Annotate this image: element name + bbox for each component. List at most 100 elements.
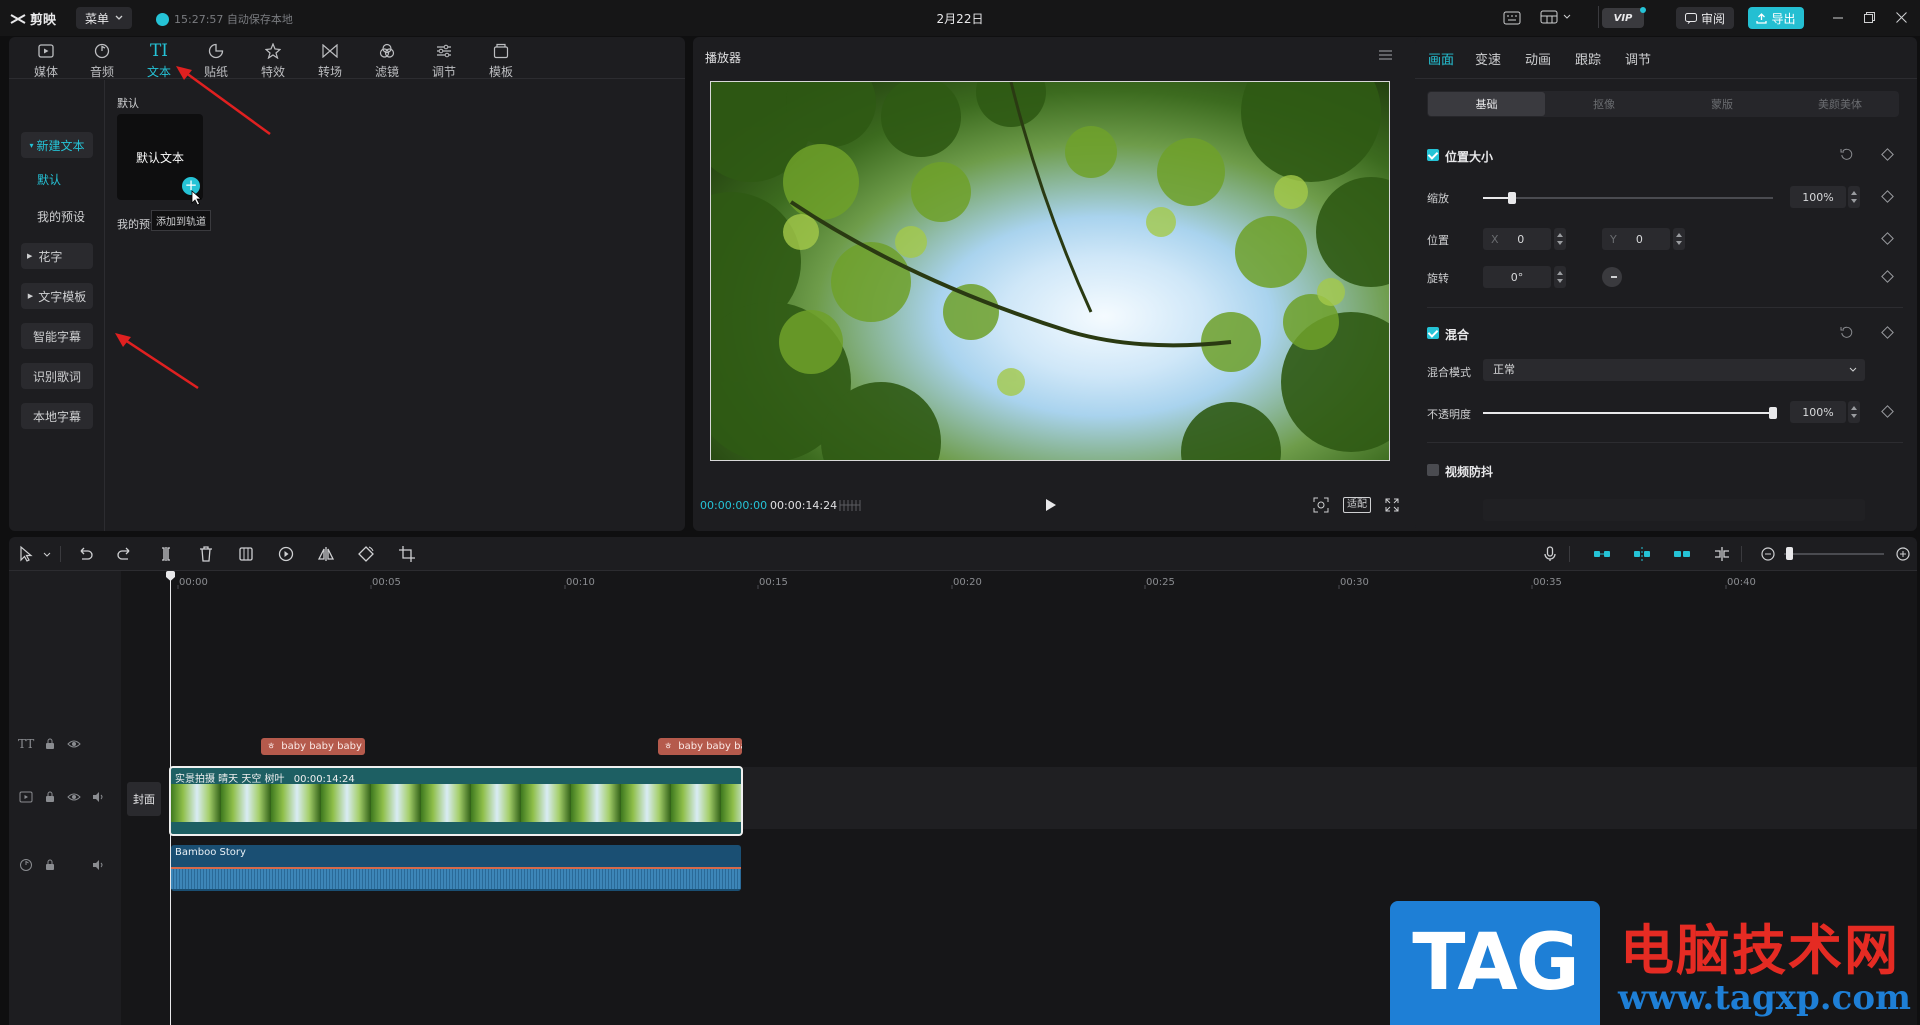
review-button[interactable]: 审阅 [1676,7,1734,29]
text-clip[interactable]: ㅎ baby baby baby b [261,738,365,755]
restore-icon[interactable] [1864,12,1875,23]
tab-adjust[interactable]: 调节 [416,41,472,81]
position-x-input[interactable]: X 0 [1483,228,1551,250]
rotate-icon[interactable] [357,545,375,563]
opacity-slider-knob[interactable] [1769,407,1777,419]
blend-mode-select[interactable]: 正常 [1483,359,1865,381]
eye-icon[interactable] [67,737,81,751]
lock-icon[interactable] [43,790,57,804]
screenshot-icon[interactable] [1313,497,1329,513]
rotate-dial[interactable] [1602,267,1622,287]
keyframe-icon[interactable] [1881,270,1894,283]
tab-template[interactable]: 模板 [473,41,529,81]
select-cursor-icon[interactable] [17,545,35,563]
mirror-icon[interactable] [317,545,335,563]
microphone-icon[interactable] [1541,545,1559,563]
minimize-icon[interactable] [1833,13,1843,23]
keyframe-icon[interactable] [1881,405,1894,418]
position-size-checkbox[interactable] [1427,149,1439,161]
audio-clip[interactable]: Bamboo Story [171,845,741,891]
freeze-icon[interactable] [237,545,255,563]
menu-icon[interactable] [1379,50,1392,60]
delete-icon[interactable] [197,545,215,563]
fullscreen-icon[interactable] [1385,498,1399,512]
subtab-cutout[interactable]: 抠像 [1545,92,1663,116]
opacity-stepper[interactable] [1848,401,1860,423]
side-my-presets[interactable]: 我的预设 [37,208,85,225]
x-stepper[interactable] [1554,228,1566,250]
stabilize-checkbox[interactable] [1427,464,1439,476]
main-track-magnet-icon[interactable] [1593,545,1611,563]
tab-transition[interactable]: 转场 [302,41,358,81]
tab-adjust-inspector[interactable]: 调节 [1625,49,1651,68]
zoom-slider-knob[interactable] [1786,547,1793,560]
tab-audio[interactable]: 音频 [74,41,130,81]
text-icon: TI [149,41,169,61]
ratio-button[interactable]: 适配 [1343,497,1371,513]
position-y-input[interactable]: Y 0 [1602,228,1670,250]
tab-speed[interactable]: 变速 [1475,49,1501,68]
zoom-in-icon[interactable] [1894,545,1912,563]
subtab-basic[interactable]: 基础 [1428,92,1545,116]
split-icon[interactable] [157,545,175,563]
lock-icon[interactable] [43,737,57,751]
side-local-subtitle[interactable]: 本地字幕 [21,403,93,429]
reverse-icon[interactable] [277,545,295,563]
tab-picture[interactable]: 画面 [1428,49,1454,68]
tab-animation[interactable]: 动画 [1525,49,1551,68]
blend-checkbox[interactable] [1427,327,1439,339]
chevron-down-icon[interactable] [43,552,51,558]
rotate-input[interactable]: 0° [1483,266,1551,288]
time-ruler[interactable]: 00:00 00:05 00:10 00:15 00:20 00:25 00:3… [121,571,1917,589]
lock-icon[interactable] [43,858,57,872]
keyframe-icon[interactable] [1881,232,1894,245]
undo-icon[interactable] [76,545,94,563]
close-icon[interactable] [1896,12,1907,23]
redo-icon[interactable] [116,545,134,563]
video-preview[interactable] [710,81,1390,461]
review-icon [1684,12,1697,24]
tab-tracking[interactable]: 跟踪 [1575,49,1601,68]
keyframe-icon[interactable] [1881,326,1894,339]
tab-media[interactable]: 媒体 [18,41,74,81]
tab-filter[interactable]: 滤镜 [359,41,415,81]
side-text-template[interactable]: ▶ 文字模板 [21,283,93,309]
scale-input[interactable]: 100% [1790,186,1846,208]
y-stepper[interactable] [1673,228,1685,250]
reset-icon[interactable] [1840,148,1853,161]
scale-stepper[interactable] [1848,186,1860,208]
play-icon[interactable] [1045,498,1057,512]
side-smart-subtitle[interactable]: 智能字幕 [21,323,93,349]
keyframe-icon[interactable] [1881,148,1894,161]
side-lyrics[interactable]: 识别歌词 [21,363,93,389]
preview-axis-icon[interactable] [1713,545,1731,563]
export-button[interactable]: 导出 [1748,7,1804,29]
speaker-icon[interactable] [91,790,105,804]
cover-button[interactable]: 封面 [127,782,161,816]
layout-button[interactable] [1540,10,1571,24]
auto-snap-icon[interactable] [1633,545,1651,563]
crop-icon[interactable] [398,545,416,563]
timeline-grid-icon[interactable] [839,499,861,512]
opacity-input[interactable]: 100% [1790,401,1846,423]
side-fancy-text[interactable]: ▶ 花字 [21,243,93,269]
playhead[interactable] [170,571,171,1025]
vip-badge[interactable]: VIP [1602,8,1644,28]
subtab-mask[interactable]: 蒙版 [1663,92,1781,116]
keyframe-icon[interactable] [1881,190,1894,203]
video-clip[interactable]: 实景拍摄 晴天 天空 树叶 00:00:14:24 [169,766,743,836]
zoom-slider-track[interactable] [1784,553,1884,555]
subtab-beauty[interactable]: 美颜美体 [1781,92,1899,116]
keyboard-icon[interactable] [1503,11,1521,25]
zoom-out-icon[interactable] [1759,545,1777,563]
rotate-stepper[interactable] [1554,266,1566,288]
side-default[interactable]: 默认 [37,171,61,188]
side-new-text[interactable]: ▾ 新建文本 [21,132,93,158]
speaker-icon[interactable] [91,858,105,872]
scale-slider-knob[interactable] [1508,192,1516,204]
reset-icon[interactable] [1840,326,1853,339]
linkage-icon[interactable] [1673,545,1691,563]
text-clip[interactable]: ㅎ baby baby ba [658,738,742,755]
eye-icon[interactable] [67,790,81,804]
scale-slider-track[interactable] [1483,197,1773,199]
